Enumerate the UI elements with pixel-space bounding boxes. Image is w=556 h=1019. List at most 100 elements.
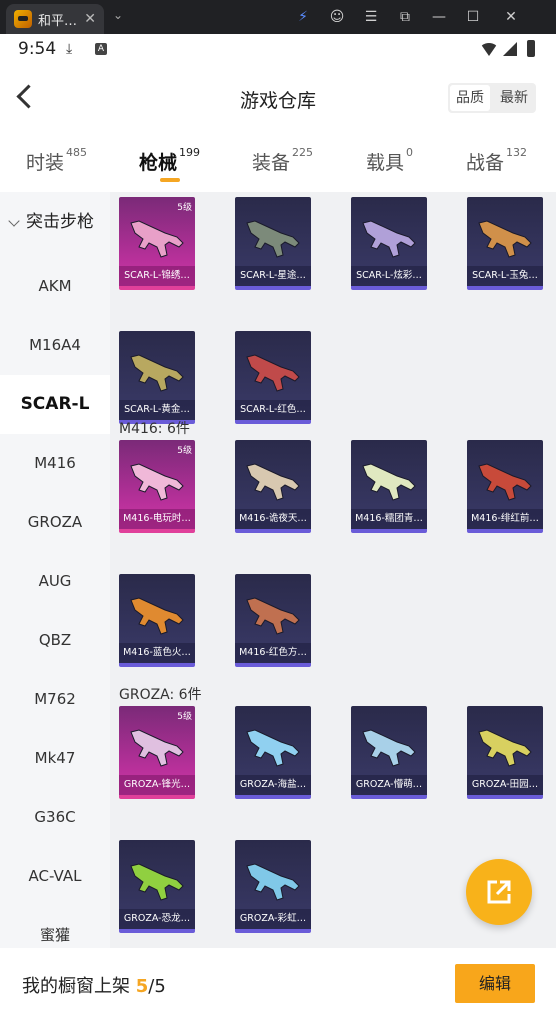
sidebar-item-scar-l[interactable]: SCAR-L	[0, 375, 110, 434]
weapon-skin-card[interactable]: M416-糯团青…	[351, 440, 427, 533]
boost-icon[interactable]: ⚡	[293, 8, 313, 26]
tab-vehicles[interactable]: 载具 0	[366, 146, 413, 188]
phone-screen: 9:54 ⤓ A 游戏仓库 品质 最新 时装 485 枪械 199 装备 225 载具…	[0, 34, 556, 1019]
edit-button[interactable]: 编辑	[455, 964, 535, 1003]
tab-count: 225	[292, 146, 314, 159]
a-notification-icon: A	[95, 43, 107, 55]
signal-icon	[503, 42, 517, 56]
weapon-skin-card[interactable]: M416-蓝色火…	[119, 574, 195, 667]
weapon-skin-card[interactable]: M416-诡夜天…	[235, 440, 311, 533]
rifle-icon	[246, 729, 300, 767]
weapon-skin-card[interactable]: 5级 M416-电玩时…	[119, 440, 195, 533]
weapon-skin-card[interactable]: GROZA-懵萌…	[351, 706, 427, 799]
rifle-icon	[130, 463, 184, 501]
maximize-icon[interactable]: ☐	[463, 8, 483, 26]
clock: 9:54	[18, 39, 57, 59]
skin-name: SCAR-L-黄金…	[119, 400, 195, 420]
external-link-icon	[487, 880, 511, 904]
tab-title: 和平…	[38, 13, 78, 29]
sort-option-quality[interactable]: 品质	[450, 85, 490, 111]
weapon-skin-card[interactable]: 5级 SCAR-L-锦绣…	[119, 197, 195, 290]
skin-name: SCAR-L-红色…	[235, 400, 311, 420]
sidebar-item-m416[interactable]: M416	[0, 434, 110, 493]
weapon-skin-card[interactable]: SCAR-L-星途…	[235, 197, 311, 290]
account-icon[interactable]: ☺	[327, 8, 347, 26]
weapon-skin-card[interactable]: GROZA-海盐…	[235, 706, 311, 799]
chevron-down-icon	[8, 215, 20, 227]
game-app-icon	[14, 10, 32, 28]
weapon-skin-card[interactable]: M416-红色方…	[235, 574, 311, 667]
sort-option-newest[interactable]: 最新	[494, 85, 534, 111]
skin-name: GROZA-锋光…	[119, 775, 195, 795]
weapon-skin-card[interactable]: SCAR-L-炫彩…	[351, 197, 427, 290]
weapon-skin-card[interactable]: SCAR-L-黄金…	[119, 331, 195, 424]
tab-label: 枪械	[139, 152, 178, 174]
showcase-total-count: /5	[148, 976, 166, 997]
tab-count: 132	[506, 146, 528, 159]
close-window-icon[interactable]: ✕	[501, 8, 521, 26]
sidebar-group-assault-rifles[interactable]: 突击步枪	[0, 202, 110, 242]
tab-label: 装备	[252, 152, 291, 174]
skin-name: SCAR-L-锦绣…	[119, 266, 195, 286]
skin-name: M416-诡夜天…	[235, 509, 311, 529]
rifle-icon	[130, 597, 184, 635]
sidebar-item-qbz[interactable]: QBZ	[0, 611, 110, 670]
sidebar-item-m762[interactable]: M762	[0, 670, 110, 729]
active-tab-indicator	[160, 178, 180, 182]
menu-icon[interactable]: ☰	[361, 8, 381, 26]
weapon-skin-grid: 5级 SCAR-L-锦绣… SCAR-L-星途… SCAR-L-炫彩… SCAR-L-玉…	[110, 192, 556, 948]
tab-count: 199	[179, 146, 201, 159]
sidebar-item-m16a4[interactable]: M16A4	[0, 316, 110, 375]
rifle-icon	[130, 729, 184, 767]
sidebar-item-aug[interactable]: AUG	[0, 552, 110, 611]
weapon-skin-card[interactable]: SCAR-L-红色…	[235, 331, 311, 424]
tab-weapons[interactable]: 枪械 199	[139, 146, 201, 188]
tab-label: 时装	[26, 152, 65, 174]
rifle-icon	[130, 863, 184, 901]
skin-name: GROZA-恐龙…	[119, 909, 195, 929]
tab-equipment[interactable]: 装备 225	[252, 146, 314, 188]
weapon-skin-card[interactable]: GROZA-彩虹…	[235, 840, 311, 933]
showcase-status: 我的橱窗上架 5/5	[22, 972, 166, 998]
rifle-icon	[246, 597, 300, 635]
sidebar-item-mk47[interactable]: Mk47	[0, 729, 110, 788]
rifle-icon	[362, 463, 416, 501]
back-arrow-icon[interactable]	[14, 82, 38, 112]
sidebar-item-ac-val[interactable]: AC-VAL	[0, 847, 110, 906]
sidebar-item-akm[interactable]: AKM	[0, 257, 110, 316]
tab-label: 载具	[366, 152, 405, 174]
tab-fashion[interactable]: 时装 485	[26, 146, 87, 188]
level-badge: 5级	[177, 203, 192, 213]
rifle-icon	[362, 220, 416, 258]
tab-dropdown-icon[interactable]: ⌄	[113, 8, 123, 22]
browser-tab[interactable]: 和平… ✕	[6, 4, 104, 34]
sidebar-item-groza[interactable]: GROZA	[0, 493, 110, 552]
weapon-skin-card[interactable]: GROZA-恐龙…	[119, 840, 195, 933]
group-title: M416: 6件	[119, 421, 190, 437]
skin-name: SCAR-L-炫彩…	[351, 266, 427, 286]
wifi-icon	[480, 43, 498, 56]
rifle-icon	[130, 354, 184, 392]
skin-name: M416-糯团青…	[351, 509, 427, 529]
weapon-skin-card[interactable]: 5级 GROZA-锋光…	[119, 706, 195, 799]
sidebar-item-g36c[interactable]: G36C	[0, 788, 110, 847]
weapon-skin-card[interactable]: SCAR-L-玉兔…	[467, 197, 543, 290]
rifle-icon	[246, 354, 300, 392]
weapon-skin-card[interactable]: M416-绯红前…	[467, 440, 543, 533]
sidebar-group-label: 突击步枪	[26, 212, 94, 232]
tab-supplies[interactable]: 战备 132	[466, 146, 528, 188]
skin-name: M416-蓝色火…	[119, 643, 195, 663]
download-icon: ⤓	[66, 41, 73, 57]
skin-name: M416-红色方…	[235, 643, 311, 663]
minimize-icon[interactable]: —	[429, 8, 449, 26]
rifle-icon	[478, 220, 532, 258]
tab-close-icon[interactable]: ✕	[84, 11, 96, 27]
share-fab[interactable]	[466, 859, 532, 925]
rifle-icon	[478, 729, 532, 767]
tab-label: 战备	[466, 152, 505, 174]
restore-window-icon[interactable]: ⧉	[395, 8, 415, 26]
weapon-skin-card[interactable]: GROZA-田园…	[467, 706, 543, 799]
category-tabs: 时装 485 枪械 199 装备 225 载具 0 战备 132	[0, 130, 556, 192]
rifle-icon	[246, 463, 300, 501]
sidebar-item--[interactable]: 蜜獾	[0, 906, 110, 948]
